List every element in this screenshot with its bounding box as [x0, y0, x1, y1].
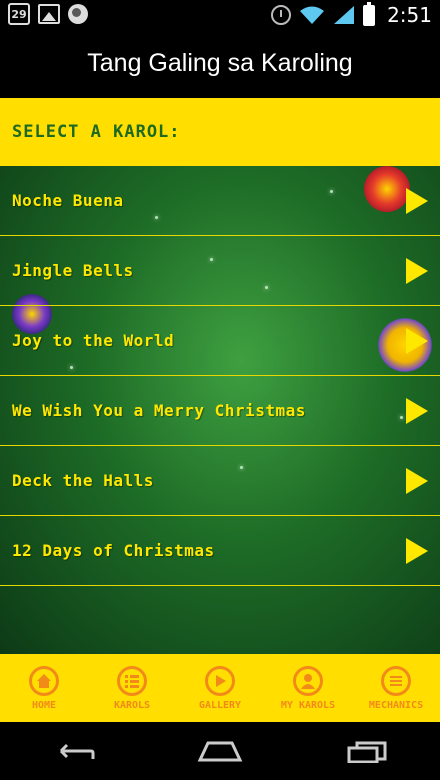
nav-gallery[interactable]: GALLERY: [176, 654, 264, 722]
nav-label: MECHANICS: [368, 699, 424, 711]
calendar-icon: 29: [8, 3, 30, 25]
karol-label: Jingle Bells: [12, 261, 134, 280]
karol-item-12-days[interactable]: 12 Days of Christmas: [0, 516, 440, 586]
nav-my-karols[interactable]: MY KAROLS: [264, 654, 352, 722]
app-title: Tang Galing sa Karoling: [87, 48, 353, 77]
nav-mechanics[interactable]: MECHANICS: [352, 654, 440, 722]
home-button[interactable]: [190, 731, 250, 771]
status-bar: 29 2:51: [0, 0, 440, 28]
karol-label: 12 Days of Christmas: [12, 541, 215, 560]
karol-item-deck-the-halls[interactable]: Deck the Halls: [0, 446, 440, 516]
play-arrow-icon[interactable]: [406, 327, 428, 354]
nav-label: HOME: [31, 699, 57, 711]
nav-karols[interactable]: KAROLS: [88, 654, 176, 722]
bottom-nav: HOME KAROLS GALLERY MY KAROLS MECHANICS: [0, 654, 440, 722]
home-icon: [29, 665, 59, 696]
status-time: 2:51: [387, 3, 432, 27]
signal-icon: [334, 6, 355, 24]
play-icon: [205, 665, 235, 696]
globe-icon: [68, 4, 88, 24]
section-label: SELECT A KAROL:: [12, 122, 181, 142]
karol-item-noche-buena[interactable]: Noche Buena: [0, 166, 440, 236]
play-arrow-icon[interactable]: [406, 397, 428, 424]
battery-icon: [363, 1, 376, 26]
karol-item-jingle-bells[interactable]: Jingle Bells: [0, 236, 440, 306]
nav-label: GALLERY: [198, 699, 242, 711]
recents-icon: [347, 741, 387, 763]
karol-label: Noche Buena: [12, 191, 124, 210]
play-arrow-icon[interactable]: [406, 467, 428, 494]
nav-home[interactable]: HOME: [0, 654, 88, 722]
menu-icon: [381, 665, 411, 696]
home-nav-icon: [197, 741, 243, 762]
karol-label: Joy to the World: [12, 331, 175, 350]
play-arrow-icon[interactable]: [406, 537, 428, 564]
play-arrow-icon[interactable]: [406, 257, 428, 284]
person-icon: [293, 665, 323, 696]
list-icon: [117, 665, 147, 696]
karol-list: Noche Buena Jingle Bells Joy to the Worl…: [0, 166, 440, 654]
calendar-day: 29: [11, 7, 27, 21]
back-icon: [60, 743, 95, 759]
wifi-icon: [300, 6, 325, 24]
app-header: Tang Galing sa Karoling: [0, 28, 440, 98]
karol-label: Deck the Halls: [12, 471, 154, 490]
section-header: SELECT A KAROL:: [0, 98, 440, 166]
play-arrow-icon[interactable]: [406, 187, 428, 214]
karol-item-joy-to-the-world[interactable]: Joy to the World: [0, 306, 440, 376]
alarm-icon: [271, 5, 292, 25]
back-button[interactable]: [43, 731, 103, 771]
image-icon: [38, 4, 60, 24]
recents-button[interactable]: [337, 731, 397, 771]
nav-label: KAROLS: [113, 699, 151, 711]
karol-item-we-wish-you[interactable]: We Wish You a Merry Christmas: [0, 376, 440, 446]
nav-label: MY KAROLS: [280, 699, 336, 711]
system-nav-bar: [0, 722, 440, 780]
karol-label: We Wish You a Merry Christmas: [12, 401, 306, 420]
